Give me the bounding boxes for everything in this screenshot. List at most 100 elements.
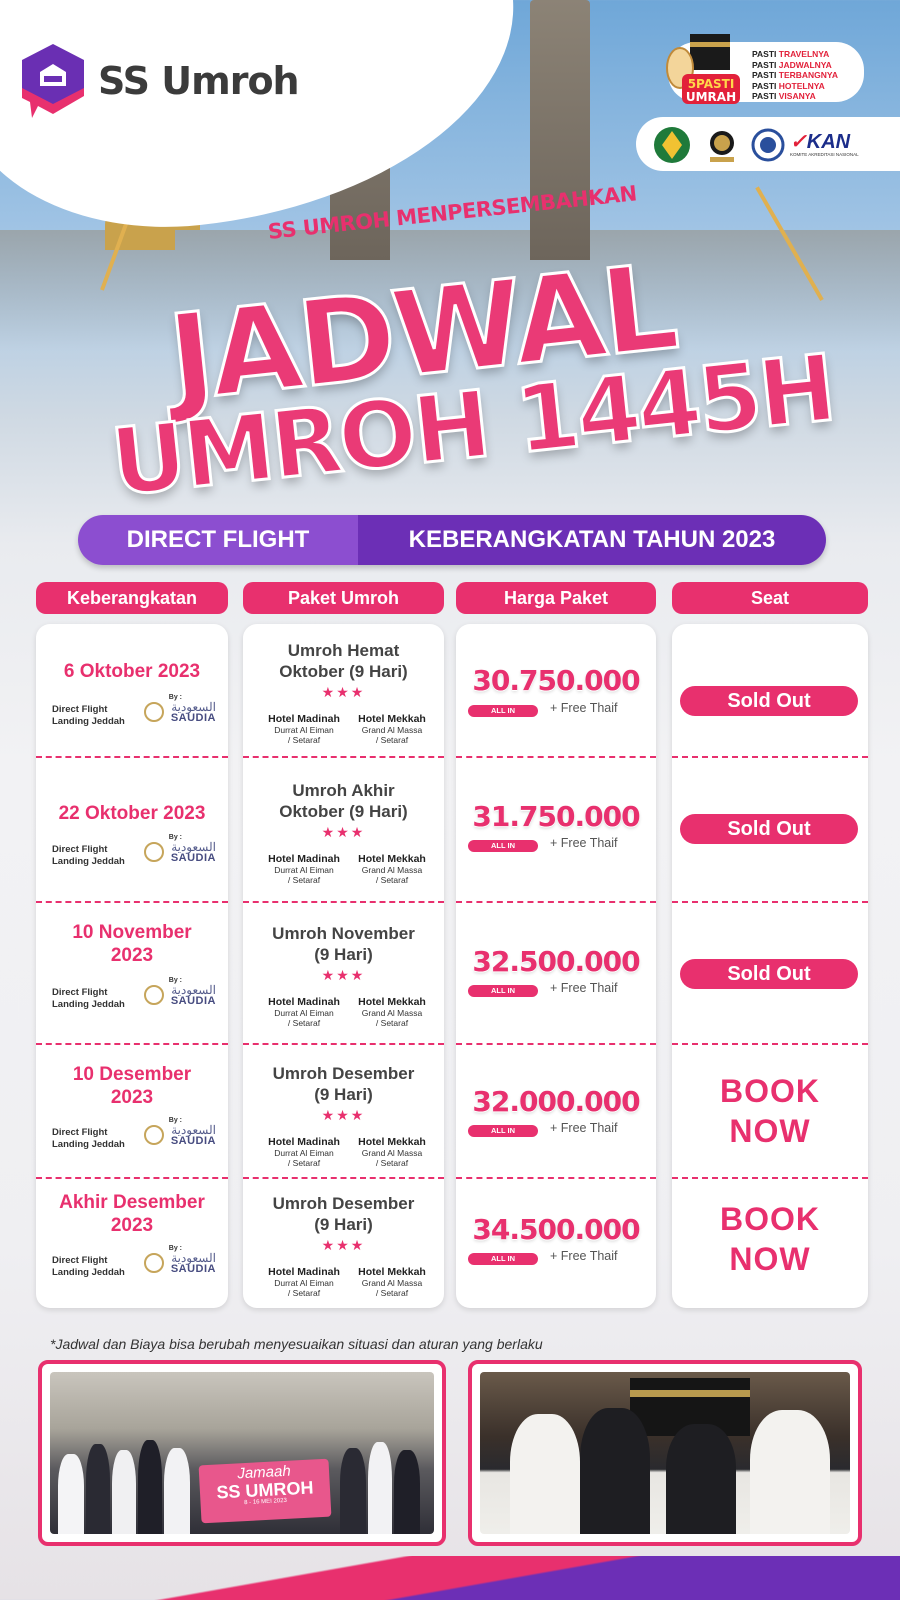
sipuhs-logo-icon: [702, 125, 742, 170]
flight-info: Direct Flight Landing Jeddah: [52, 987, 125, 1010]
price-cell: 34.500.000 ALL IN + Free Thaif: [456, 1179, 656, 1308]
flight-info: Direct Flight Landing Jeddah: [52, 844, 125, 867]
departure-cell: 22 Oktober 2023 Direct Flight Landing Jed…: [36, 758, 228, 903]
star-rating: ★★★: [321, 1107, 366, 1123]
column-header-price: Harga Paket: [456, 582, 656, 614]
package-price: 32.000.000: [472, 1085, 640, 1118]
flight-info: Direct Flight Landing Jeddah: [52, 704, 125, 727]
saudia-logo: By : السعودية SAUDIA: [144, 977, 216, 1007]
hotel-madinah: Hotel Madinah Durrat Al Eiman / Setaraf: [268, 713, 340, 745]
iata-logo-icon: [748, 125, 788, 170]
footer-band: [0, 1556, 900, 1600]
group-photo: Jamaah SS UMROH 8 - 16 MEI 2023: [38, 1360, 446, 1546]
departure-cell: 10 Desember 2023 Direct Flight Landing Jed…: [36, 1045, 228, 1179]
price-cell: 30.750.000 ALL IN + Free Thaif: [456, 624, 656, 758]
allin-badge: ALL IN: [468, 840, 538, 852]
svg-text:5PASTI: 5PASTI: [688, 77, 735, 91]
saudia-emblem-icon: [144, 1125, 164, 1145]
column-header-seat: Seat: [672, 582, 868, 614]
package-name: Umroh Akhir Oktober (9 Hari): [279, 781, 408, 821]
price-cell: 32.500.000 ALL IN + Free Thaif: [456, 903, 656, 1045]
star-rating: ★★★: [321, 824, 366, 840]
free-thaif-note: + Free Thaif: [550, 836, 618, 850]
free-thaif-note: + Free Thaif: [550, 1121, 618, 1135]
package-name: Umroh Desember (9 Hari): [272, 1064, 415, 1104]
column-header-package: Paket Umroh: [243, 582, 444, 614]
hotel-madinah: Hotel Madinah Durrat Al Eiman / Setaraf: [268, 1136, 340, 1168]
kan-sub: KOMITE AKREDITASI NASIONAL: [790, 152, 859, 157]
seat-cell: Sold Out: [672, 903, 868, 1045]
saudia-logo: By : السعودية SAUDIA: [144, 1117, 216, 1147]
hotel-madinah: Hotel Madinah Durrat Al Eiman / Setaraf: [268, 996, 340, 1028]
allin-badge: ALL IN: [468, 1125, 538, 1137]
pasti-item: PASTI JADWALNYA: [752, 59, 832, 70]
hotel-mekkah: Hotel Mekkah Grand Al Massa / Setaraf: [358, 1266, 426, 1298]
flight-banner: DIRECT FLIGHT KEBERANGKATAN TAHUN 2023: [78, 515, 826, 565]
saudia-logo: By : السعودية SAUDIA: [144, 834, 216, 864]
book-now-button[interactable]: BOOK NOW: [672, 1071, 868, 1151]
allin-badge: ALL IN: [468, 1253, 538, 1265]
star-rating: ★★★: [321, 684, 366, 700]
departure-cell: 10 November 2023 Direct Flight Landing Jed…: [36, 903, 228, 1045]
departure-cell: Akhir Desember 2023 Direct Flight Landing …: [36, 1179, 228, 1308]
saudia-emblem-icon: [144, 1253, 164, 1273]
minaret-right: [530, 0, 590, 260]
package-name: Umroh November (9 Hari): [272, 924, 415, 964]
hotel-mekkah: Hotel Mekkah Grand Al Massa / Setaraf: [358, 713, 426, 745]
pasti-item: PASTI TERBANGNYA: [752, 70, 838, 81]
banner-direct-flight: DIRECT FLIGHT: [78, 515, 358, 565]
package-name: Umroh Hemat Oktober (9 Hari): [279, 641, 408, 681]
departure-date: Akhir Desember 2023: [59, 1192, 205, 1236]
column-header-departure: Keberangkatan: [36, 582, 228, 614]
hotel-mekkah: Hotel Mekkah Grand Al Massa / Setaraf: [358, 996, 426, 1028]
saudia-emblem-icon: [144, 842, 164, 862]
saudia-emblem-icon: [144, 702, 164, 722]
pasti-list: PASTI TRAVELNYA PASTI JADWALNYA PASTI TE…: [752, 49, 838, 102]
saudia-emblem-icon: [144, 985, 164, 1005]
flight-info: Direct Flight Landing Jeddah: [52, 1255, 125, 1278]
package-cell: Umroh Hemat Oktober (9 Hari) ★★★ Hotel Ma…: [243, 624, 444, 758]
jamaah-banner: Jamaah SS UMROH 8 - 16 MEI 2023: [198, 1458, 332, 1524]
sold-out-badge: Sold Out: [680, 686, 858, 716]
departure-column: 6 Oktober 2023 Direct Flight Landing Jedd…: [36, 624, 228, 1308]
star-rating: ★★★: [321, 1237, 366, 1253]
free-thaif-note: + Free Thaif: [550, 981, 618, 995]
package-price: 31.750.000: [472, 800, 640, 833]
disclaimer-text: *Jadwal dan Biaya bisa berubah menyesuai…: [50, 1336, 543, 1352]
seat-column: Sold Out Sold Out Sold Out BOOK NOW BOOK N…: [672, 624, 868, 1308]
saudia-logo: By : السعودية SAUDIA: [144, 1245, 216, 1275]
package-price: 30.750.000: [472, 664, 640, 697]
departure-date: 6 Oktober 2023: [63, 661, 201, 682]
hotel-madinah: Hotel Madinah Durrat Al Eiman / Setaraf: [268, 853, 340, 885]
logo-mark-icon: [18, 42, 88, 120]
package-cell: Umroh Desember (9 Hari) ★★★ Hotel Madinah…: [243, 1179, 444, 1308]
package-name: Umroh Desember (9 Hari): [272, 1194, 415, 1234]
package-column: Umroh Hemat Oktober (9 Hari) ★★★ Hotel Ma…: [243, 624, 444, 1308]
pasti-item: PASTI TRAVELNYA: [752, 49, 830, 59]
departure-date: 10 November 2023: [72, 922, 192, 966]
allin-badge: ALL IN: [468, 705, 538, 717]
kan-logo: ✓KAN KOMITE AKREDITASI NASIONAL: [790, 132, 890, 157]
kaaba-photo: [468, 1360, 862, 1546]
brand-logo[interactable]: SS Umroh: [18, 42, 300, 120]
departure-date: 22 Oktober 2023: [58, 803, 206, 824]
seat-cell: BOOK NOW: [672, 1179, 868, 1308]
seat-cell: Sold Out: [672, 758, 868, 903]
saudia-logo: By : السعودية SAUDIA: [144, 694, 216, 724]
kan-label: KAN: [806, 131, 851, 153]
departure-cell: 6 Oktober 2023 Direct Flight Landing Jedd…: [36, 624, 228, 758]
seat-cell: Sold Out: [672, 624, 868, 758]
seat-cell: BOOK NOW: [672, 1045, 868, 1179]
price-column: 30.750.000 ALL IN + Free Thaif 31.750.00…: [456, 624, 656, 1308]
pasti-item: PASTI VISANYA: [752, 91, 816, 102]
svg-text:UMRAH: UMRAH: [686, 90, 736, 104]
hotel-mekkah: Hotel Mekkah Grand Al Massa / Setaraf: [358, 1136, 426, 1168]
package-price: 32.500.000: [472, 945, 640, 978]
package-cell: Umroh Desember (9 Hari) ★★★ Hotel Madinah…: [243, 1045, 444, 1179]
hotel-madinah: Hotel Madinah Durrat Al Eiman / Setaraf: [268, 1266, 340, 1298]
book-now-button[interactable]: BOOK NOW: [672, 1199, 868, 1279]
pasti-item: PASTI HOTELNYA: [752, 80, 825, 91]
package-cell: Umroh November (9 Hari) ★★★ Hotel Madinah…: [243, 903, 444, 1045]
sold-out-badge: Sold Out: [680, 959, 858, 989]
allin-badge: ALL IN: [468, 985, 538, 997]
